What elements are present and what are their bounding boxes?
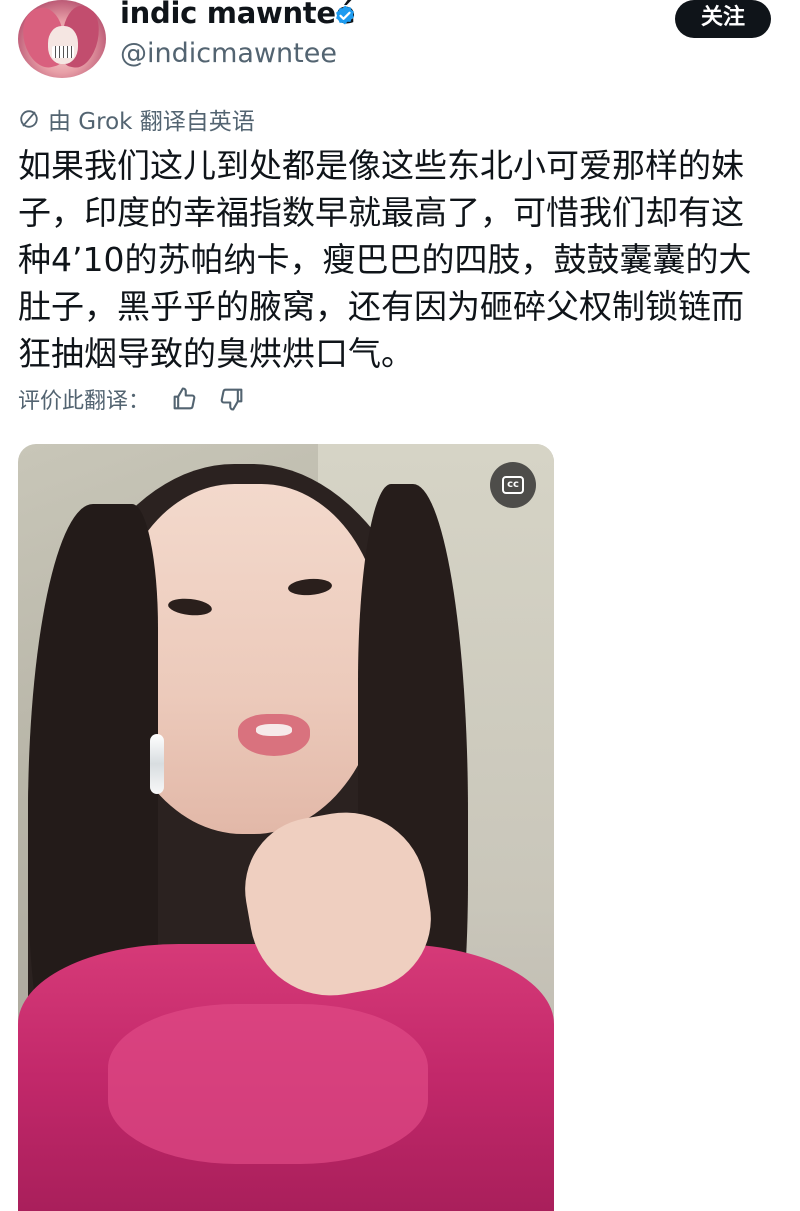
video-player[interactable] xyxy=(18,444,554,1211)
verified-badge-icon xyxy=(336,5,354,25)
tweet-text: 如果我们这儿到处都是像这些东北小可爱那样的妹 子，印度的幸福指数早就最高了，可惜… xyxy=(18,146,752,373)
translation-label: 由 Grok 翻译自英语 xyxy=(48,109,255,135)
display-name[interactable]: indic mawnteé xyxy=(120,0,355,30)
user-handle[interactable]: @indicmawntee xyxy=(120,38,337,69)
tweet-header: indic mawnteé @indicmawntee 关注 xyxy=(0,0,800,90)
avatar[interactable] xyxy=(18,0,106,78)
thumbs-down-icon[interactable] xyxy=(218,385,246,413)
translate-icon xyxy=(20,110,38,128)
rate-translation-row: 评价此翻译： xyxy=(18,384,246,414)
translation-attribution: 由 Grok 翻译自英语 xyxy=(18,104,255,135)
thumbs-up-icon[interactable] xyxy=(170,385,198,413)
captions-button[interactable]: cc xyxy=(490,462,536,508)
follow-button[interactable]: 关注 xyxy=(675,0,771,38)
captions-icon: cc xyxy=(502,476,524,494)
rate-translation-label: 评价此翻译： xyxy=(18,389,151,414)
